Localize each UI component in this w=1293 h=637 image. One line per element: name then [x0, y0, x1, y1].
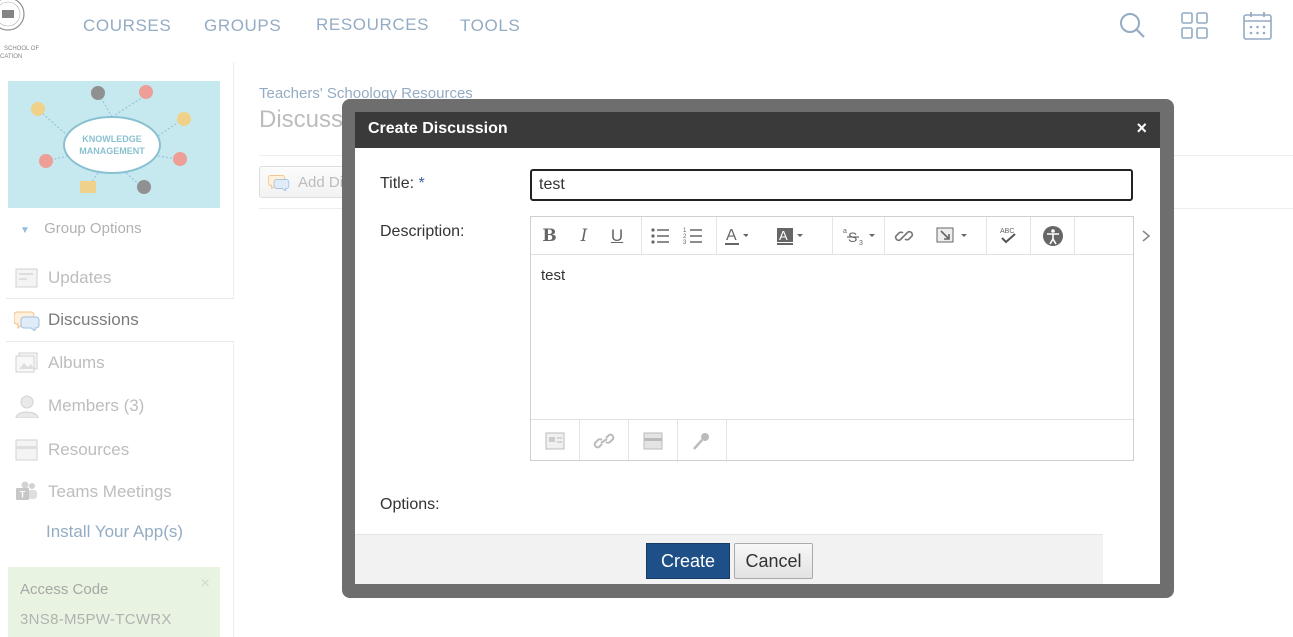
- bold-icon[interactable]: B: [531, 217, 568, 255]
- close-icon[interactable]: ×: [1136, 118, 1147, 139]
- format-group: B I U: [531, 217, 642, 255]
- description-editor: B I U 123 A A a S 3 ABC test: [530, 216, 1134, 462]
- numbered-list-icon[interactable]: 123: [678, 217, 708, 255]
- insert-content-icon[interactable]: [923, 217, 983, 255]
- script-group: aS3: [833, 217, 885, 255]
- accessibility-icon[interactable]: [1031, 217, 1074, 255]
- svg-text:A: A: [726, 227, 737, 244]
- description-text-area[interactable]: test: [531, 255, 1133, 419]
- svg-text:3: 3: [859, 240, 863, 247]
- title-label-text: Title:: [380, 175, 415, 192]
- spellcheck-group: ABC: [987, 217, 1031, 255]
- cancel-button[interactable]: Cancel: [734, 543, 813, 579]
- svg-text:3: 3: [683, 240, 687, 245]
- svg-text:a: a: [843, 228, 847, 235]
- title-label: Title: *: [380, 175, 425, 193]
- dialog-footer: Create Cancel: [355, 534, 1103, 584]
- chevron-right-icon[interactable]: [1137, 225, 1155, 247]
- link-icon[interactable]: [885, 217, 923, 255]
- required-mark: *: [418, 175, 425, 192]
- description-label: Description:: [380, 223, 465, 240]
- create-button[interactable]: Create: [646, 543, 730, 579]
- italic-icon[interactable]: I: [568, 217, 600, 255]
- editor-toolbar: B I U 123 A A a S 3 ABC: [531, 217, 1133, 255]
- underline-icon[interactable]: U: [600, 217, 634, 255]
- create-discussion-dialog-frame: Create Discussion × Title: * Description…: [342, 99, 1174, 598]
- svg-text:ABC: ABC: [1000, 228, 1014, 235]
- create-discussion-dialog: Create Discussion × Title: * Description…: [355, 112, 1160, 584]
- link-resource-icon[interactable]: [580, 420, 629, 462]
- text-color-icon[interactable]: A: [717, 217, 753, 255]
- embed-icon[interactable]: [629, 420, 678, 462]
- options-label: Options:: [380, 496, 440, 513]
- title-input[interactable]: [530, 169, 1133, 201]
- bullet-list-icon[interactable]: [642, 217, 678, 255]
- microphone-icon[interactable]: [678, 420, 727, 462]
- dialog-header: Create Discussion ×: [355, 112, 1160, 148]
- spellcheck-icon[interactable]: ABC: [987, 217, 1030, 255]
- highlight-color-icon[interactable]: A: [753, 217, 813, 255]
- dialog-title: Create Discussion: [368, 120, 508, 137]
- link-group: [885, 217, 987, 255]
- color-group: A A: [717, 217, 833, 255]
- editor-bottom-toolbar: [531, 419, 1133, 462]
- svg-text:A: A: [779, 228, 788, 243]
- list-group: 123: [642, 217, 717, 255]
- strikethrough-subscript-icon[interactable]: aS3: [833, 217, 884, 255]
- insert-content-icon[interactable]: [531, 420, 580, 462]
- accessibility-group: [1031, 217, 1075, 255]
